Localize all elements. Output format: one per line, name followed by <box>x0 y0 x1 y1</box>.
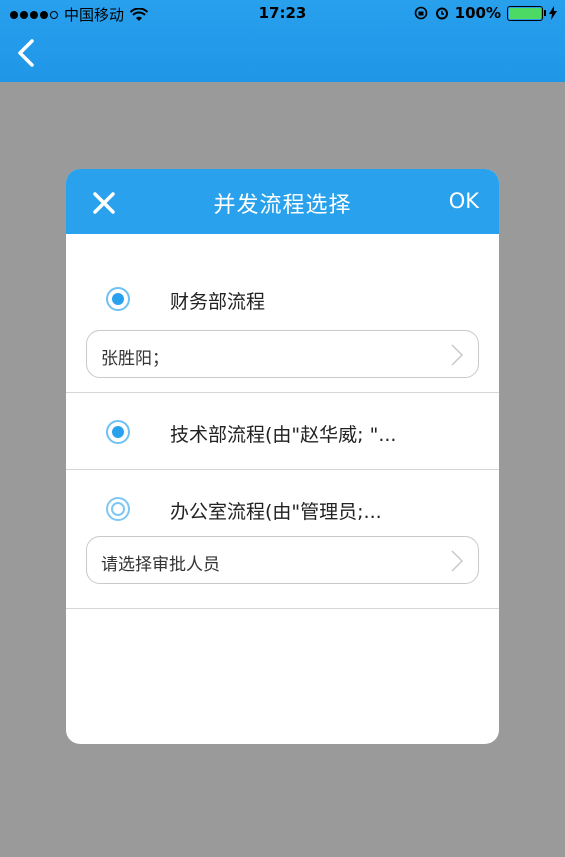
ok-button[interactable]: OK <box>449 189 479 213</box>
option-section: 财务部流程 张胜阳； <box>66 234 499 393</box>
option-section: 办公室流程(由"管理员;... 请选择审批人员 <box>66 470 499 609</box>
radio-selected-icon[interactable] <box>106 420 130 444</box>
option-row-office[interactable]: 办公室流程(由"管理员;... <box>66 480 499 540</box>
option-row-finance[interactable]: 财务部流程 <box>66 270 499 330</box>
approver-picker[interactable]: 张胜阳； <box>86 330 479 378</box>
dialog-header: 并发流程选择 OK <box>66 169 499 234</box>
approver-picker[interactable]: 请选择审批人员 <box>86 536 479 584</box>
orientation-lock-icon <box>414 6 427 20</box>
radio-unselected-icon[interactable] <box>106 497 130 521</box>
chevron-right-icon <box>451 550 464 572</box>
picker-placeholder: 请选择审批人员 <box>101 555 220 575</box>
option-label: 财务部流程 <box>170 291 266 313</box>
process-select-dialog: 并发流程选择 OK 财务部流程 张胜阳； 技术部流程(由"赵华威; "... 办… <box>66 169 499 744</box>
nav-bar: 中国移动 17:23 100% <box>0 0 565 82</box>
picker-value: 张胜阳； <box>101 349 169 369</box>
alarm-icon <box>435 7 448 20</box>
battery-percent: 100% <box>454 4 501 22</box>
option-section: 技术部流程(由"赵华威; "... <box>66 393 499 470</box>
option-row-tech[interactable]: 技术部流程(由"赵华威; "... <box>66 403 499 463</box>
option-label: 办公室流程(由"管理员;... <box>170 501 382 523</box>
battery-icon <box>507 5 546 21</box>
radio-selected-icon[interactable] <box>106 287 130 311</box>
option-label: 技术部流程(由"赵华威; "... <box>170 424 397 446</box>
status-bar: 中国移动 17:23 100% <box>0 0 565 28</box>
chevron-right-icon <box>451 344 464 366</box>
charging-icon <box>549 6 557 20</box>
back-icon[interactable] <box>12 37 42 69</box>
dialog-title: 并发流程选择 <box>213 193 352 218</box>
